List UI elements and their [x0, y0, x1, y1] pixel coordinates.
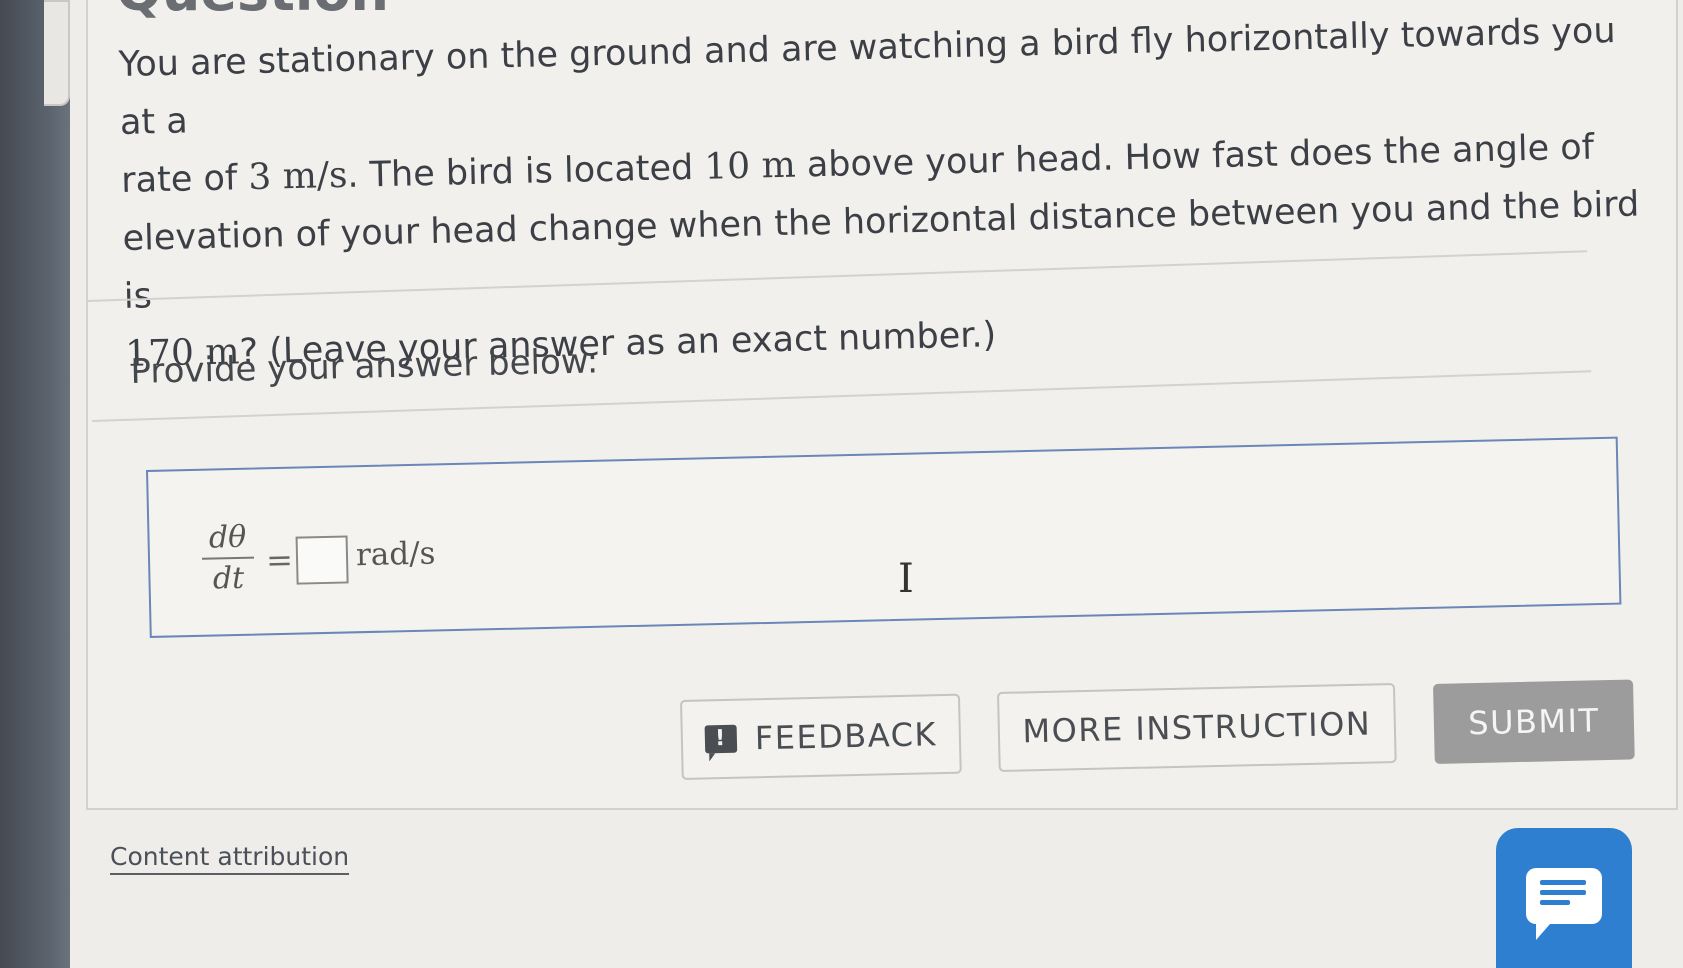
answer-box: dθ dt = rad/s [146, 436, 1622, 638]
feedback-button[interactable]: ! FEEDBACK [680, 693, 962, 780]
more-instruction-label: MORE INSTRUCTION [1022, 704, 1372, 751]
chat-line [1540, 880, 1586, 885]
question-text: You are stationary on the ground and are… [118, 2, 1646, 384]
left-tab[interactable] [44, 0, 70, 106]
chat-line [1540, 890, 1586, 895]
submit-button[interactable]: SUBMIT [1433, 679, 1635, 764]
left-rail [0, 0, 70, 968]
exclamation-speech-icon: ! [704, 724, 738, 754]
submit-label: SUBMIT [1467, 701, 1600, 743]
answer-input[interactable] [295, 535, 349, 585]
feedback-label: FEEDBACK [754, 715, 938, 758]
derivative-fraction: dθ dt [201, 519, 255, 597]
content-attribution-link[interactable]: Content attribution [110, 842, 350, 875]
answer-unit: rad/s [355, 535, 436, 574]
chat-line [1540, 900, 1570, 905]
fraction-numerator: dθ [201, 519, 255, 560]
text-cursor-icon: I [898, 556, 914, 602]
fraction-denominator: dt [212, 560, 245, 597]
question-heading: Question [116, 0, 389, 23]
chat-bubble-icon [1526, 868, 1602, 940]
equals-sign: = [265, 540, 294, 580]
chat-button[interactable] [1496, 828, 1632, 968]
more-instruction-button[interactable]: MORE INSTRUCTION [997, 682, 1397, 772]
